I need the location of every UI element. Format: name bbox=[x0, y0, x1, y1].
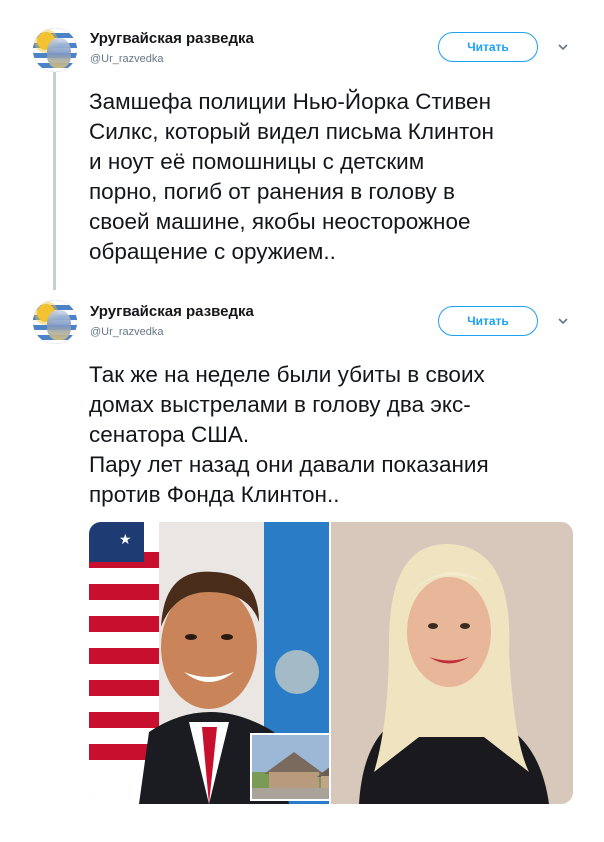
avatar[interactable] bbox=[33, 28, 77, 72]
thread-connector bbox=[53, 72, 56, 290]
chevron-down-icon[interactable] bbox=[556, 40, 570, 54]
chevron-down-icon[interactable] bbox=[556, 314, 570, 328]
tweet-text: Замшефа полиции Нью-Йорка Стивен Силкс, … bbox=[89, 89, 494, 264]
follow-button[interactable]: Читать bbox=[438, 32, 538, 62]
tweet-media-photo[interactable]: ★ bbox=[89, 522, 573, 804]
user-name[interactable]: Уругвайская разведка bbox=[90, 303, 254, 320]
user-handle[interactable]: @Ur_razvedka bbox=[90, 326, 164, 338]
photo-collage: ★ bbox=[89, 522, 573, 804]
svg-text:★: ★ bbox=[119, 532, 132, 548]
tweet-1: Уругвайская разведка @Ur_razvedka Читать… bbox=[0, 0, 604, 290]
avatar[interactable] bbox=[33, 300, 77, 344]
follow-button[interactable]: Читать bbox=[438, 306, 538, 336]
user-handle[interactable]: @Ur_razvedka bbox=[90, 53, 164, 65]
user-name[interactable]: Уругвайская разведка bbox=[90, 30, 254, 47]
tweet-text: Так же на неделе были убиты в своих дома… bbox=[89, 362, 489, 507]
tweet-2: Уругвайская разведка @Ur_razvedka Читать… bbox=[0, 290, 604, 842]
